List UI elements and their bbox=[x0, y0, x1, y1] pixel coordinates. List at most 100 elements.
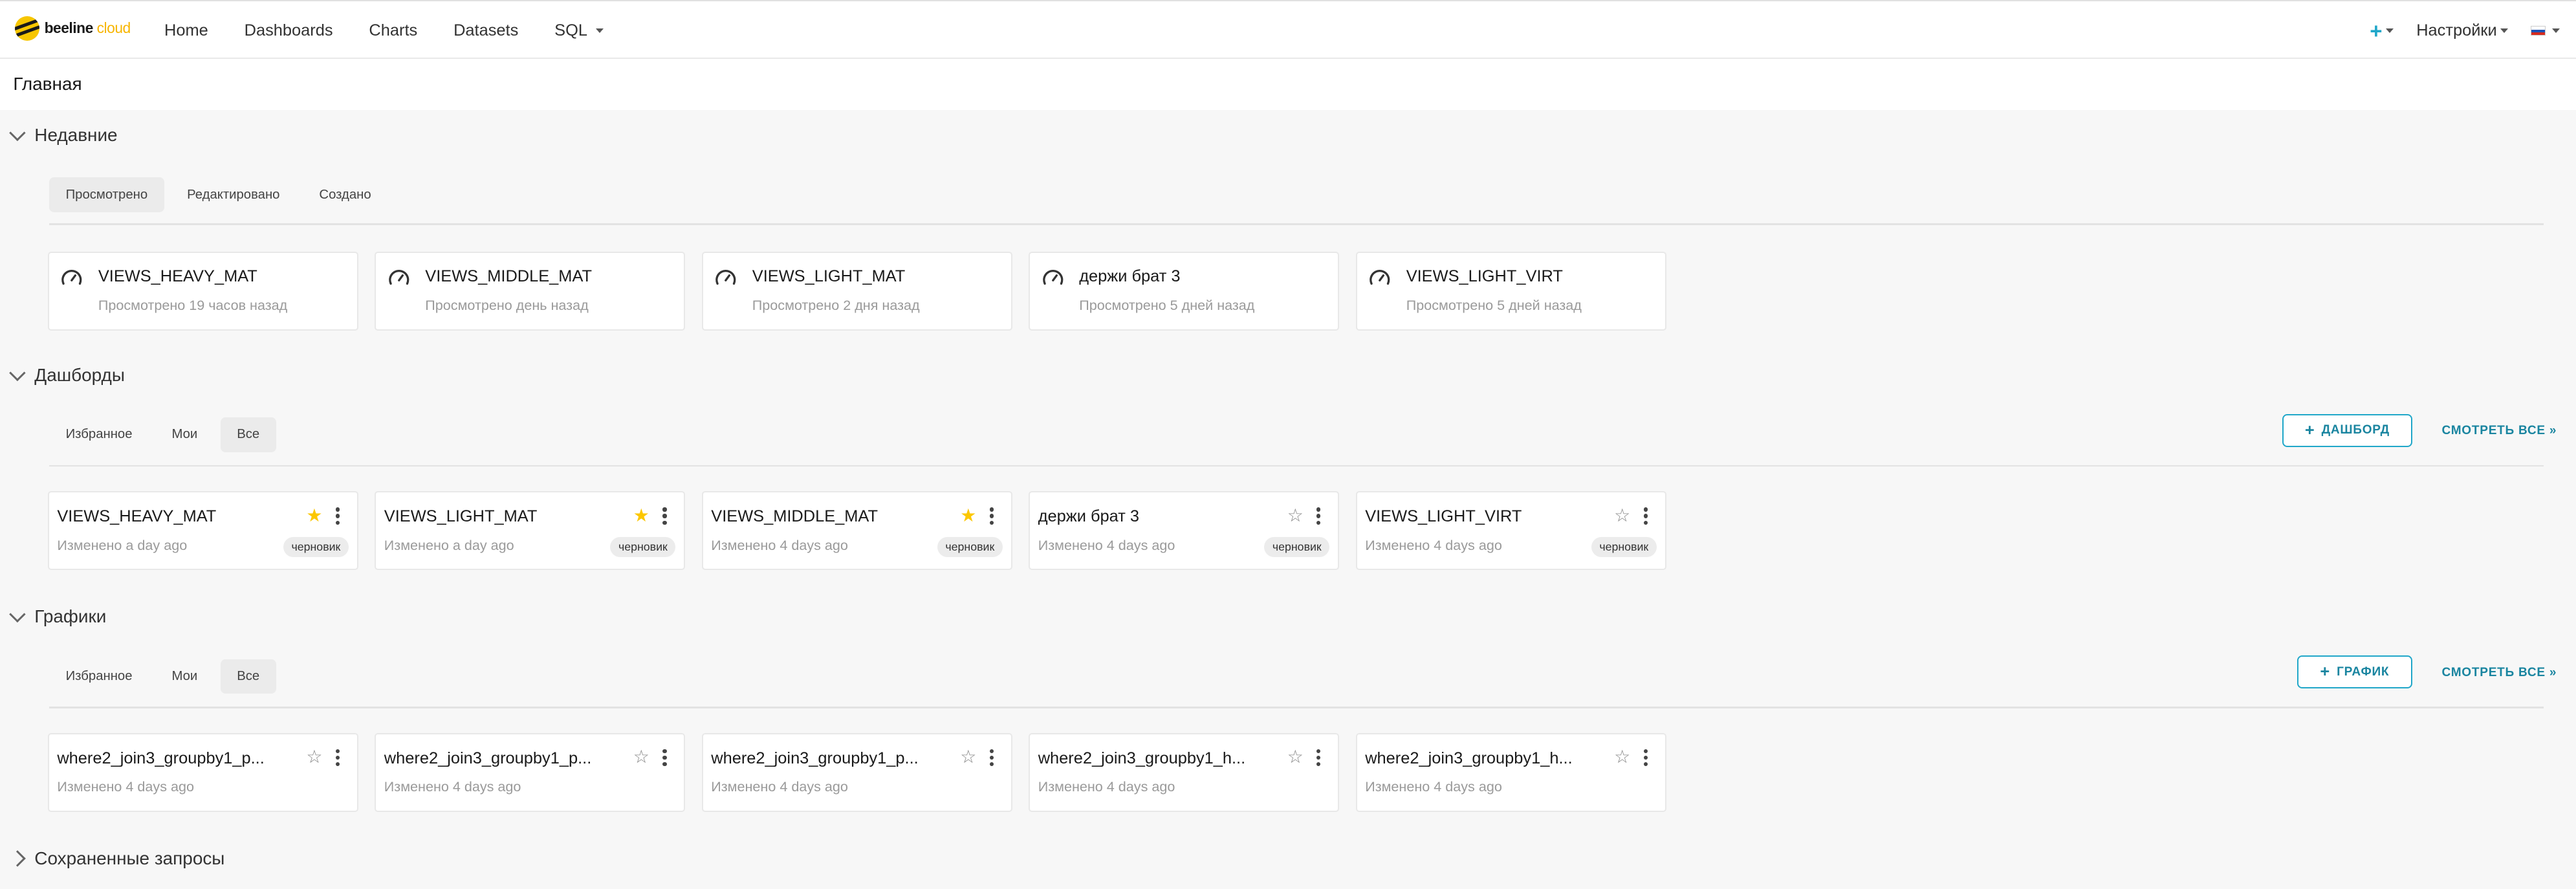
tab-all[interactable]: Все bbox=[220, 417, 276, 452]
chevron-right-icon bbox=[9, 850, 26, 867]
card-title: VIEWS_MIDDLE_MAT bbox=[425, 267, 593, 286]
favorite-star-icon[interactable]: ☆ bbox=[306, 747, 322, 767]
divider bbox=[49, 465, 2544, 467]
chart-card[interactable]: where2_join3_groupby1_h... Изменено 4 day… bbox=[1355, 732, 1666, 812]
chart-card[interactable]: where2_join3_groupby1_p... Изменено 4 day… bbox=[47, 732, 358, 812]
nav-home[interactable]: Home bbox=[164, 21, 208, 40]
favorite-star-icon[interactable]: ★ bbox=[633, 505, 649, 525]
add-chart-button[interactable]: + ГРАФИК bbox=[2297, 655, 2412, 689]
recent-card[interactable]: VIEWS_LIGHT_VIRT Просмотрено 5 дней назад bbox=[1355, 251, 1666, 331]
settings-menu[interactable]: Настройки bbox=[2416, 21, 2508, 40]
favorite-star-icon[interactable]: ☆ bbox=[1287, 747, 1304, 767]
more-options-icon[interactable] bbox=[662, 749, 668, 767]
chart-card[interactable]: where2_join3_groupby1_p... Изменено 4 day… bbox=[375, 732, 686, 812]
recent-tabs: Просмотрено Редактировано Создано bbox=[49, 177, 387, 212]
card-title: VIEWS_LIGHT_VIRT bbox=[1365, 507, 1522, 526]
favorite-star-icon[interactable]: ★ bbox=[306, 505, 322, 525]
card-subtitle: Изменено a day ago bbox=[384, 537, 514, 554]
tab-mine[interactable]: Мои bbox=[155, 417, 214, 452]
card-title: держи брат 3 bbox=[1079, 267, 1181, 286]
favorite-star-icon[interactable]: ☆ bbox=[633, 747, 649, 767]
language-menu[interactable] bbox=[2531, 26, 2560, 36]
dashboard-card[interactable]: VIEWS_LIGHT_VIRT Изменено 4 days ago ☆ черн… bbox=[1355, 491, 1666, 571]
card-title: where2_join3_groupby1_h... bbox=[1365, 749, 1573, 767]
more-options-icon[interactable] bbox=[662, 507, 668, 525]
dashboard-gauge-icon bbox=[61, 270, 82, 285]
chart-card[interactable]: where2_join3_groupby1_h... Изменено 4 day… bbox=[1029, 732, 1340, 812]
dashboard-gauge-icon bbox=[389, 270, 409, 285]
more-options-icon[interactable] bbox=[1643, 749, 1649, 767]
favorite-star-icon[interactable]: ☆ bbox=[1614, 505, 1630, 525]
section-dashboards-title: Дашборды bbox=[34, 364, 125, 385]
top-navbar: beeline cloud Home Dashboards Charts Dat… bbox=[0, 0, 2576, 60]
nav-dashboards[interactable]: Dashboards bbox=[245, 21, 333, 40]
add-dashboard-button[interactable]: + ДАШБОРД bbox=[2282, 414, 2412, 447]
recent-card[interactable]: VIEWS_LIGHT_MAT Просмотрено 2 дня назад bbox=[701, 251, 1012, 331]
card-title: where2_join3_groupby1_p... bbox=[384, 749, 592, 767]
favorite-star-icon[interactable]: ☆ bbox=[1287, 505, 1304, 525]
tab-favorites[interactable]: Избранное bbox=[49, 659, 149, 694]
dashboards-tabs: Избранное Мои Все bbox=[49, 417, 276, 452]
dashboard-card[interactable]: держи брат 3 Изменено 4 days ago ☆ черновик bbox=[1029, 491, 1340, 571]
more-options-icon[interactable] bbox=[1643, 507, 1649, 525]
tab-all[interactable]: Все bbox=[220, 659, 276, 694]
section-charts-toggle[interactable]: Графики bbox=[9, 606, 106, 627]
new-item-menu[interactable]: + bbox=[2370, 19, 2394, 43]
nav-charts[interactable]: Charts bbox=[369, 21, 417, 40]
tab-edited[interactable]: Редактировано bbox=[171, 177, 296, 212]
dashboard-card[interactable]: VIEWS_MIDDLE_MAT Изменено 4 days ago ★ черн… bbox=[701, 491, 1012, 571]
nav-sql-menu[interactable]: SQL bbox=[554, 21, 604, 40]
recent-card[interactable]: VIEWS_MIDDLE_MAT Просмотрено день назад bbox=[375, 251, 686, 331]
card-subtitle: Изменено 4 days ago bbox=[57, 778, 194, 795]
card-subtitle: Изменено 4 days ago bbox=[711, 537, 848, 554]
card-subtitle: Просмотрено 5 дней назад bbox=[1079, 297, 1255, 314]
plus-icon: + bbox=[2304, 421, 2315, 439]
chevron-down-icon bbox=[2552, 28, 2560, 33]
card-title: VIEWS_MIDDLE_MAT bbox=[711, 507, 878, 526]
nav-datasets[interactable]: Datasets bbox=[453, 21, 518, 40]
tab-created[interactable]: Создано bbox=[303, 177, 387, 212]
tab-mine[interactable]: Мои bbox=[155, 659, 214, 694]
recent-card[interactable]: VIEWS_HEAVY_MAT Просмотрено 19 часов наза… bbox=[47, 251, 358, 331]
card-subtitle: Изменено a day ago bbox=[57, 537, 188, 554]
card-title: VIEWS_LIGHT_VIRT bbox=[1406, 267, 1563, 286]
page-title: Главная bbox=[13, 74, 82, 94]
brand-name: beeline bbox=[44, 19, 94, 37]
brand-logo[interactable]: beeline cloud bbox=[14, 16, 131, 41]
more-options-icon[interactable] bbox=[335, 749, 341, 767]
card-subtitle: Изменено 4 days ago bbox=[384, 778, 521, 795]
page-header: Главная bbox=[0, 59, 2576, 111]
card-subtitle: Изменено 4 days ago bbox=[1365, 537, 1502, 554]
dashboards-see-all-link[interactable]: СМОТРЕТЬ ВСЕ » bbox=[2441, 424, 2557, 438]
recent-card[interactable]: держи брат 3 Просмотрено 5 дней назад bbox=[1029, 251, 1340, 331]
more-options-icon[interactable] bbox=[989, 507, 995, 525]
chevron-down-icon bbox=[595, 28, 604, 33]
settings-label: Настройки bbox=[2416, 21, 2497, 40]
more-options-icon[interactable] bbox=[1316, 507, 1322, 525]
favorite-star-icon[interactable]: ☆ bbox=[1614, 747, 1630, 767]
tab-viewed[interactable]: Просмотрено bbox=[49, 177, 164, 212]
status-badge: черновик bbox=[1591, 537, 1657, 558]
favorite-star-icon[interactable]: ☆ bbox=[960, 747, 976, 767]
chart-card[interactable]: where2_join3_groupby1_p... Изменено 4 day… bbox=[701, 732, 1012, 812]
card-subtitle: Просмотрено 5 дней назад bbox=[1406, 297, 1582, 314]
charts-see-all-link[interactable]: СМОТРЕТЬ ВСЕ » bbox=[2441, 666, 2557, 680]
dashboard-gauge-icon bbox=[715, 270, 736, 285]
section-recent-toggle[interactable]: Недавние bbox=[9, 124, 118, 146]
beeline-logo-icon bbox=[14, 16, 39, 41]
tab-favorites[interactable]: Избранное bbox=[49, 417, 149, 452]
section-dashboards-toggle[interactable]: Дашборды bbox=[9, 364, 125, 386]
favorite-star-icon[interactable]: ★ bbox=[960, 505, 976, 525]
more-options-icon[interactable] bbox=[335, 507, 341, 525]
charts-tabs: Избранное Мои Все bbox=[49, 659, 276, 694]
add-dashboard-label: ДАШБОРД bbox=[2321, 423, 2390, 437]
dashboard-card[interactable]: VIEWS_HEAVY_MAT Изменено a day ago ★ чернов… bbox=[47, 491, 358, 571]
card-title: where2_join3_groupby1_p... bbox=[711, 749, 919, 767]
section-recent-title: Недавние bbox=[34, 125, 118, 146]
dashboard-card[interactable]: VIEWS_LIGHT_MAT Изменено a day ago ★ чернов… bbox=[375, 491, 686, 571]
more-options-icon[interactable] bbox=[989, 749, 995, 767]
section-saved-queries-toggle[interactable]: Сохраненные запросы bbox=[9, 848, 224, 869]
card-title: держи брат 3 bbox=[1038, 507, 1140, 526]
more-options-icon[interactable] bbox=[1316, 749, 1322, 767]
plus-icon: + bbox=[2320, 663, 2330, 681]
